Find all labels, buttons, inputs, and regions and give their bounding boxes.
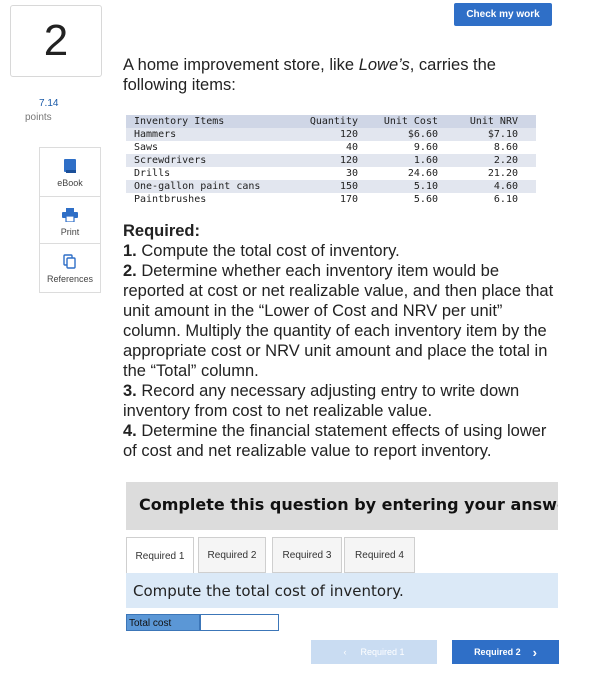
table-row: Saws 40 9.60 8.60 (126, 141, 536, 154)
required-item-3: 3. Record any necessary adjusting entry … (123, 381, 563, 421)
header-unit-nrv: Unit NRV (438, 115, 536, 128)
total-cost-input[interactable] (200, 614, 279, 631)
item-cell: Screwdrivers (126, 154, 294, 167)
unit-cost-cell: 5.60 (413, 194, 438, 205)
points-value: 7.14 (39, 98, 59, 109)
points-label: points (25, 112, 52, 123)
required-text: Determine the financial statement effect… (123, 422, 547, 460)
table-header-row: Inventory Items Quantity Unit Cost Unit … (126, 115, 536, 128)
check-my-work-button[interactable]: Check my work (454, 3, 552, 26)
total-cost-label: Total cost (126, 614, 200, 631)
chevron-right-icon: › (532, 644, 537, 660)
question-number: 2 (10, 5, 102, 77)
prev-label: Required 1 (360, 647, 405, 657)
references-label: References (46, 274, 94, 284)
quantity-cell: 170 (339, 194, 358, 205)
print-label: Print (60, 227, 80, 237)
tab-required-2[interactable]: Required 2 (198, 537, 266, 573)
chevron-left-icon: ‹ (343, 647, 347, 657)
required-num: 3. (123, 382, 137, 400)
item-cell: One-gallon paint cans (126, 180, 294, 193)
required-text: Determine whether each inventory item wo… (123, 262, 554, 380)
header-unit-cost: Unit Cost (358, 115, 438, 128)
table-row: One-gallon paint cans 150 5.10 4.60 (126, 180, 536, 193)
required-num: 2. (123, 262, 137, 280)
table-row: Drills 30 24.60 21.20 (126, 167, 536, 180)
required-item-4: 4. Determine the financial statement eff… (123, 421, 563, 461)
required-item-2: 2. Determine whether each inventory item… (123, 261, 563, 381)
quantity-cell: 40 (345, 142, 358, 153)
book-icon (63, 158, 77, 174)
panel-instruction: Compute the total cost of inventory. (133, 582, 404, 600)
item-cell: Saws (134, 142, 159, 153)
quantity-cell: 150 (294, 180, 358, 193)
ebook-button[interactable]: eBook (39, 147, 101, 197)
unit-cost-cell: 1.60 (358, 154, 438, 167)
prev-required-button[interactable]: ‹ Required 1 (311, 640, 437, 664)
unit-nrv-cell: 8.60 (493, 142, 518, 153)
banner-text: Complete this question by entering your … (139, 495, 558, 514)
required-section: Required: 1. Compute the total cost of i… (123, 221, 563, 461)
printer-icon (62, 207, 78, 223)
unit-nrv-cell: $7.10 (438, 128, 536, 141)
required-item-1: 1. Compute the total cost of inventory. (123, 241, 563, 261)
header-items: Inventory Items (126, 115, 294, 128)
unit-cost-cell: $6.60 (358, 128, 438, 141)
item-cell: Paintbrushes (134, 194, 207, 205)
question-intro: A home improvement store, like Lowe’s, c… (123, 55, 543, 95)
inventory-table: Inventory Items Quantity Unit Cost Unit … (126, 115, 536, 206)
item-cell: Hammers (126, 128, 294, 141)
unit-nrv-cell: 4.60 (438, 180, 536, 193)
unit-nrv-cell: 6.10 (493, 194, 518, 205)
instructions-banner: Complete this question by entering your … (126, 482, 558, 530)
table-row: Paintbrushes 170 5.60 6.10 (126, 193, 536, 206)
item-cell: Drills (134, 168, 171, 179)
unit-cost-cell: 24.60 (407, 168, 438, 179)
table-row: Screwdrivers 120 1.60 2.20 (126, 154, 536, 167)
unit-nrv-cell: 2.20 (438, 154, 536, 167)
ebook-label: eBook (57, 178, 83, 188)
quantity-cell: 120 (294, 128, 358, 141)
instruction-panel: Compute the total cost of inventory. (126, 573, 558, 608)
required-num: 1. (123, 242, 137, 260)
header-quantity: Quantity (294, 115, 358, 128)
quantity-cell: 30 (345, 168, 358, 179)
next-label: Required 2 (474, 647, 521, 657)
required-text: Record any necessary adjusting entry to … (123, 382, 520, 420)
required-num: 4. (123, 422, 137, 440)
references-button[interactable]: References (39, 243, 101, 293)
print-button[interactable]: Print (39, 196, 101, 244)
unit-nrv-cell: 21.20 (487, 168, 518, 179)
intro-brand: Lowe’s (358, 56, 410, 74)
unit-cost-cell: 9.60 (413, 142, 438, 153)
tab-required-4[interactable]: Required 4 (344, 537, 415, 573)
table-row: Hammers 120 $6.60 $7.10 (126, 128, 536, 141)
unit-cost-cell: 5.10 (358, 180, 438, 193)
required-text: Compute the total cost of inventory. (136, 242, 400, 260)
tab-required-1[interactable]: Required 1 (126, 537, 194, 574)
copy-icon (63, 254, 77, 270)
next-required-button[interactable]: Required 2 › (452, 640, 559, 664)
quantity-cell: 120 (294, 154, 358, 167)
tab-required-3[interactable]: Required 3 (272, 537, 342, 573)
required-heading: Required: (123, 222, 201, 240)
intro-pre: A home improvement store, like (123, 56, 359, 74)
